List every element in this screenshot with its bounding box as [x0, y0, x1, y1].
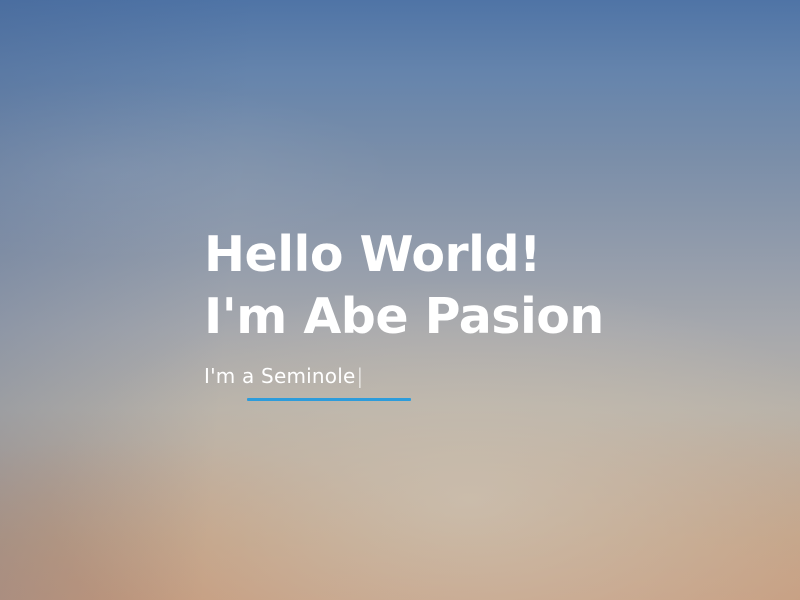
headline-line-1: Hello World!	[204, 226, 541, 283]
hero-section: Hello World! I'm Abe Pasion I'm a Semino…	[0, 0, 800, 600]
hero-tagline: I'm a Seminole |	[204, 362, 764, 392]
hero-headline: Hello World! I'm Abe Pasion	[204, 224, 764, 348]
tagline-text: I'm a Seminole	[204, 364, 356, 388]
hero-content: Hello World! I'm Abe Pasion I'm a Semino…	[204, 224, 764, 401]
typing-cursor: |	[356, 364, 364, 388]
tagline-underline	[247, 398, 411, 401]
headline-line-2: I'm Abe Pasion	[204, 288, 604, 345]
